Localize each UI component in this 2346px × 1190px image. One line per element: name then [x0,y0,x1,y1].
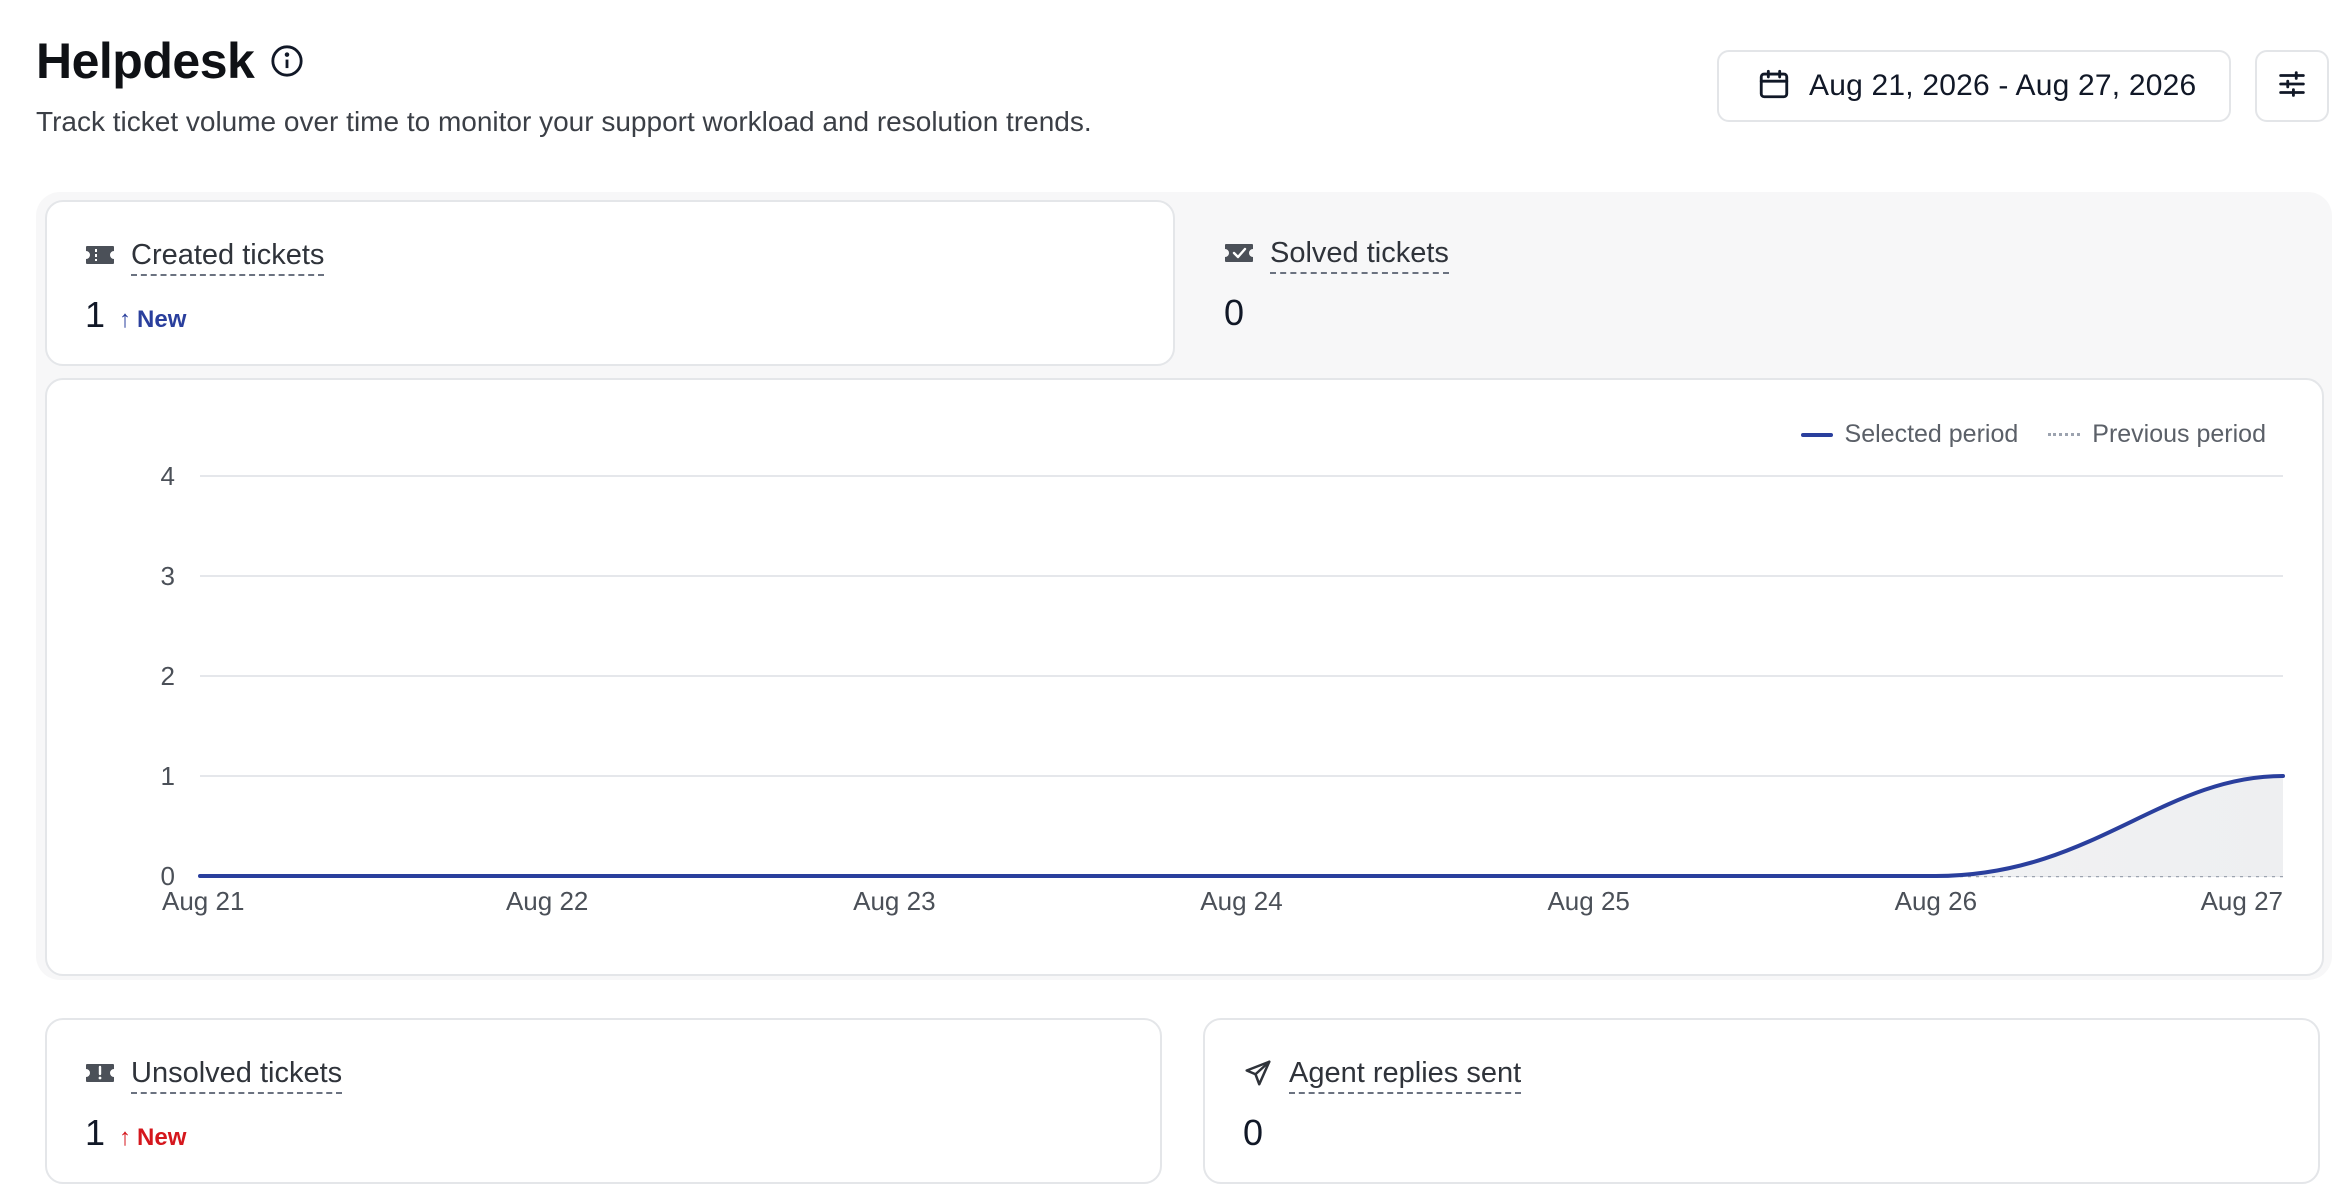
filter-button[interactable] [2255,50,2329,122]
sliders-icon [2275,67,2309,106]
ticket-icon [85,243,115,272]
agent-replies-value: 0 [1243,1112,1264,1153]
y-tick-label: 2 [161,661,175,691]
x-tick-label: Aug 25 [1547,886,1629,916]
x-tick-label: Aug 23 [853,886,935,916]
delta-label: New [137,306,187,333]
selected-period-area [200,776,2283,876]
x-tick-label: Aug 21 [162,886,244,916]
unsolved-tickets-value: 1 [85,1112,106,1153]
unsolved-tickets-delta: ↑ New [119,1124,186,1152]
page-header: Helpdesk [36,30,306,92]
x-tick-label: Aug 24 [1200,886,1282,916]
unsolved-tickets-label: Unsolved tickets [131,1056,343,1094]
page-title: Helpdesk [36,33,255,89]
y-tick-label: 1 [161,761,175,791]
arrow-up-icon: ↑ [119,1124,132,1151]
ticket-alert-icon [85,1061,115,1090]
arrow-up-icon: ↑ [119,306,132,333]
unsolved-tickets-card[interactable]: Unsolved tickets 1 ↑ New [45,1018,1162,1184]
x-tick-label: Aug 26 [1895,886,1977,916]
ticket-check-icon [1224,241,1254,270]
info-icon[interactable] [268,42,306,80]
created-tickets-value: 1 [85,294,106,335]
agent-replies-card[interactable]: Agent replies sent 0 [1203,1018,2320,1184]
ticket-volume-chart: Selected period Previous period 0 1 2 3 4 Aug… [45,378,2324,976]
solved-tickets-label: Solved tickets [1270,236,1449,274]
date-range-label: Aug 21, 2026 - Aug 27, 2026 [1809,69,2197,102]
x-tick-label: Aug 22 [506,886,588,916]
y-tick-label: 4 [161,461,175,491]
delta-label: New [137,1124,187,1151]
agent-replies-label: Agent replies sent [1289,1056,1522,1094]
send-icon [1243,1058,1273,1093]
x-tick-label: Aug 27 [2201,886,2283,916]
chart-plot: 01234Aug 21 Aug 22 Aug 23 Aug 24 Aug 25 Aug 2… [161,461,2285,916]
selected-period-line [198,774,2285,879]
page-subtitle: Track ticket volume over time to monitor… [36,106,1092,137]
created-tickets-label: Created tickets [131,238,325,276]
date-range-button[interactable]: Aug 21, 2026 - Aug 27, 2026 [1717,50,2231,122]
created-tickets-card[interactable]: Created tickets 1 ↑ New [45,200,1175,366]
created-tickets-delta: ↑ New [119,306,186,334]
solved-tickets-card[interactable]: Solved tickets 0 [1186,200,2316,366]
y-tick-label: 3 [161,561,175,591]
calendar-icon [1757,67,1791,106]
solved-tickets-value: 0 [1224,292,1245,333]
